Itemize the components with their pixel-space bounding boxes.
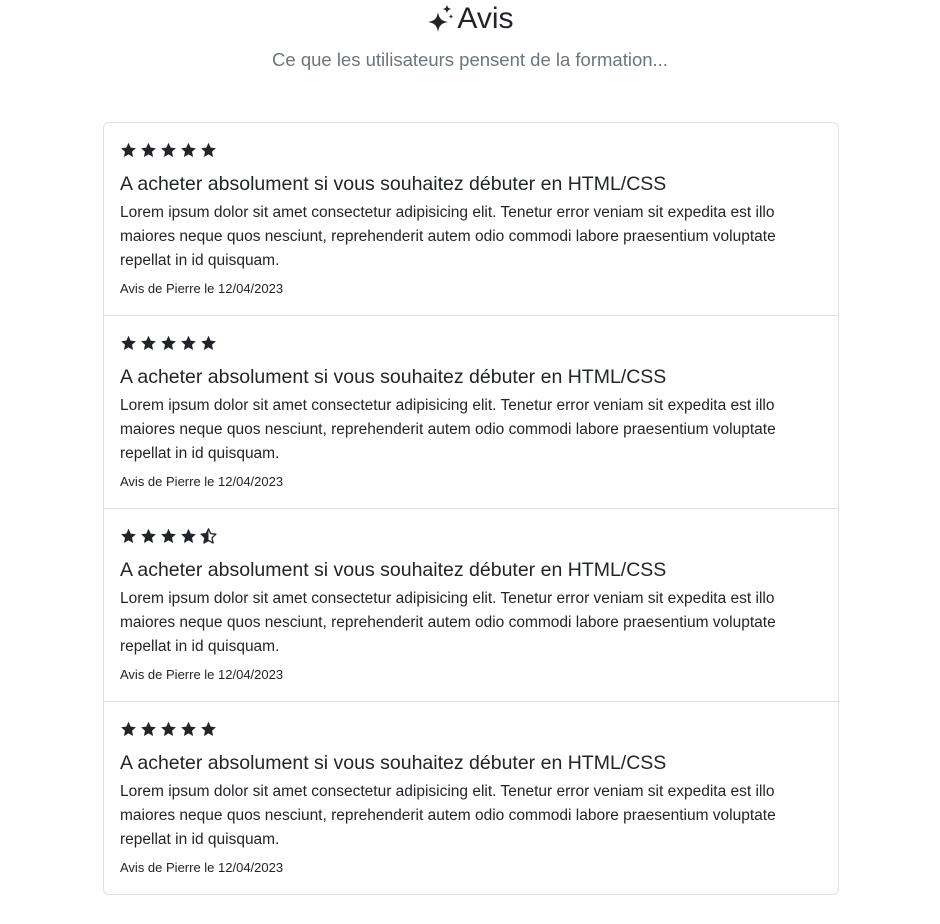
star-full-icon bbox=[200, 721, 217, 738]
star-rating bbox=[120, 335, 217, 352]
review-author-date: Avis de Pierre le 12/04/2023 bbox=[120, 281, 284, 296]
page-title: Avis bbox=[457, 2, 514, 35]
star-full-icon bbox=[120, 721, 137, 738]
review-body: Lorem ipsum dolor sit amet consectetur a… bbox=[120, 783, 776, 848]
review-card: A acheter absolument si vous souhaitez d… bbox=[104, 702, 838, 894]
star-rating bbox=[120, 528, 217, 545]
reviews-list: A acheter absolument si vous souhaitez d… bbox=[103, 122, 839, 895]
review-body: Lorem ipsum dolor sit amet consectetur a… bbox=[120, 204, 776, 269]
star-full-icon bbox=[180, 721, 197, 738]
star-full-icon bbox=[180, 142, 197, 159]
review-body: Lorem ipsum dolor sit amet consectetur a… bbox=[120, 397, 776, 462]
reviews-page: Avis Ce que les utilisateurs pensent de … bbox=[0, 0, 940, 924]
star-full-icon bbox=[120, 528, 137, 545]
review-card: A acheter absolument si vous souhaitez d… bbox=[104, 123, 838, 316]
review-title: A acheter absolument si vous souhaitez d… bbox=[120, 366, 667, 388]
star-full-icon bbox=[120, 335, 137, 352]
review-title: A acheter absolument si vous souhaitez d… bbox=[120, 173, 667, 195]
star-rating bbox=[120, 721, 217, 738]
page-subtitle: Ce que les utilisateurs pensent de la fo… bbox=[272, 49, 668, 70]
star-full-icon bbox=[160, 335, 177, 352]
star-full-icon bbox=[160, 721, 177, 738]
sparkles-icon bbox=[426, 3, 454, 35]
title-row: Avis bbox=[0, 2, 940, 36]
review-author-date: Avis de Pierre le 12/04/2023 bbox=[120, 667, 284, 682]
star-half-icon bbox=[200, 528, 217, 545]
review-title: A acheter absolument si vous souhaitez d… bbox=[120, 752, 667, 774]
review-title: A acheter absolument si vous souhaitez d… bbox=[120, 559, 667, 581]
review-author-date: Avis de Pierre le 12/04/2023 bbox=[120, 860, 284, 875]
star-full-icon bbox=[200, 142, 217, 159]
star-full-icon bbox=[160, 142, 177, 159]
star-full-icon bbox=[120, 142, 137, 159]
star-rating bbox=[120, 142, 217, 159]
star-full-icon bbox=[200, 335, 217, 352]
review-card: A acheter absolument si vous souhaitez d… bbox=[104, 509, 838, 702]
star-full-icon bbox=[160, 528, 177, 545]
star-full-icon bbox=[140, 528, 157, 545]
review-card: A acheter absolument si vous souhaitez d… bbox=[104, 316, 838, 509]
star-full-icon bbox=[180, 528, 197, 545]
star-full-icon bbox=[140, 142, 157, 159]
star-full-icon bbox=[180, 335, 197, 352]
star-full-icon bbox=[140, 335, 157, 352]
review-body: Lorem ipsum dolor sit amet consectetur a… bbox=[120, 590, 776, 655]
star-full-icon bbox=[140, 721, 157, 738]
review-author-date: Avis de Pierre le 12/04/2023 bbox=[120, 474, 284, 489]
